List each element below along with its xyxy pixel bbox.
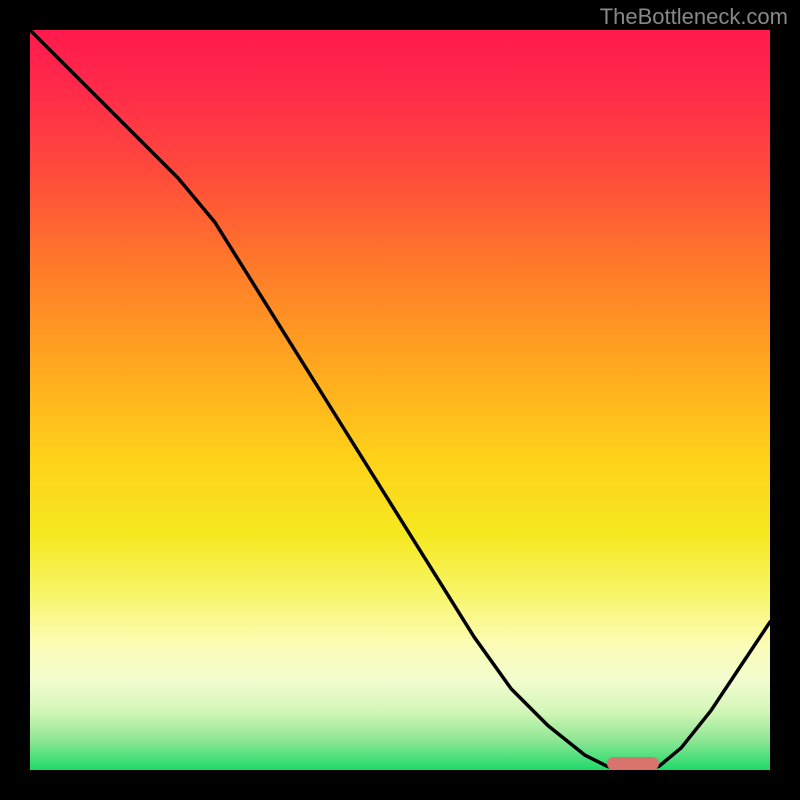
optimal-range-marker (607, 757, 659, 770)
bottleneck-curve (30, 30, 770, 770)
chart-plot-area (30, 30, 770, 770)
watermark-text: TheBottleneck.com (600, 4, 788, 30)
